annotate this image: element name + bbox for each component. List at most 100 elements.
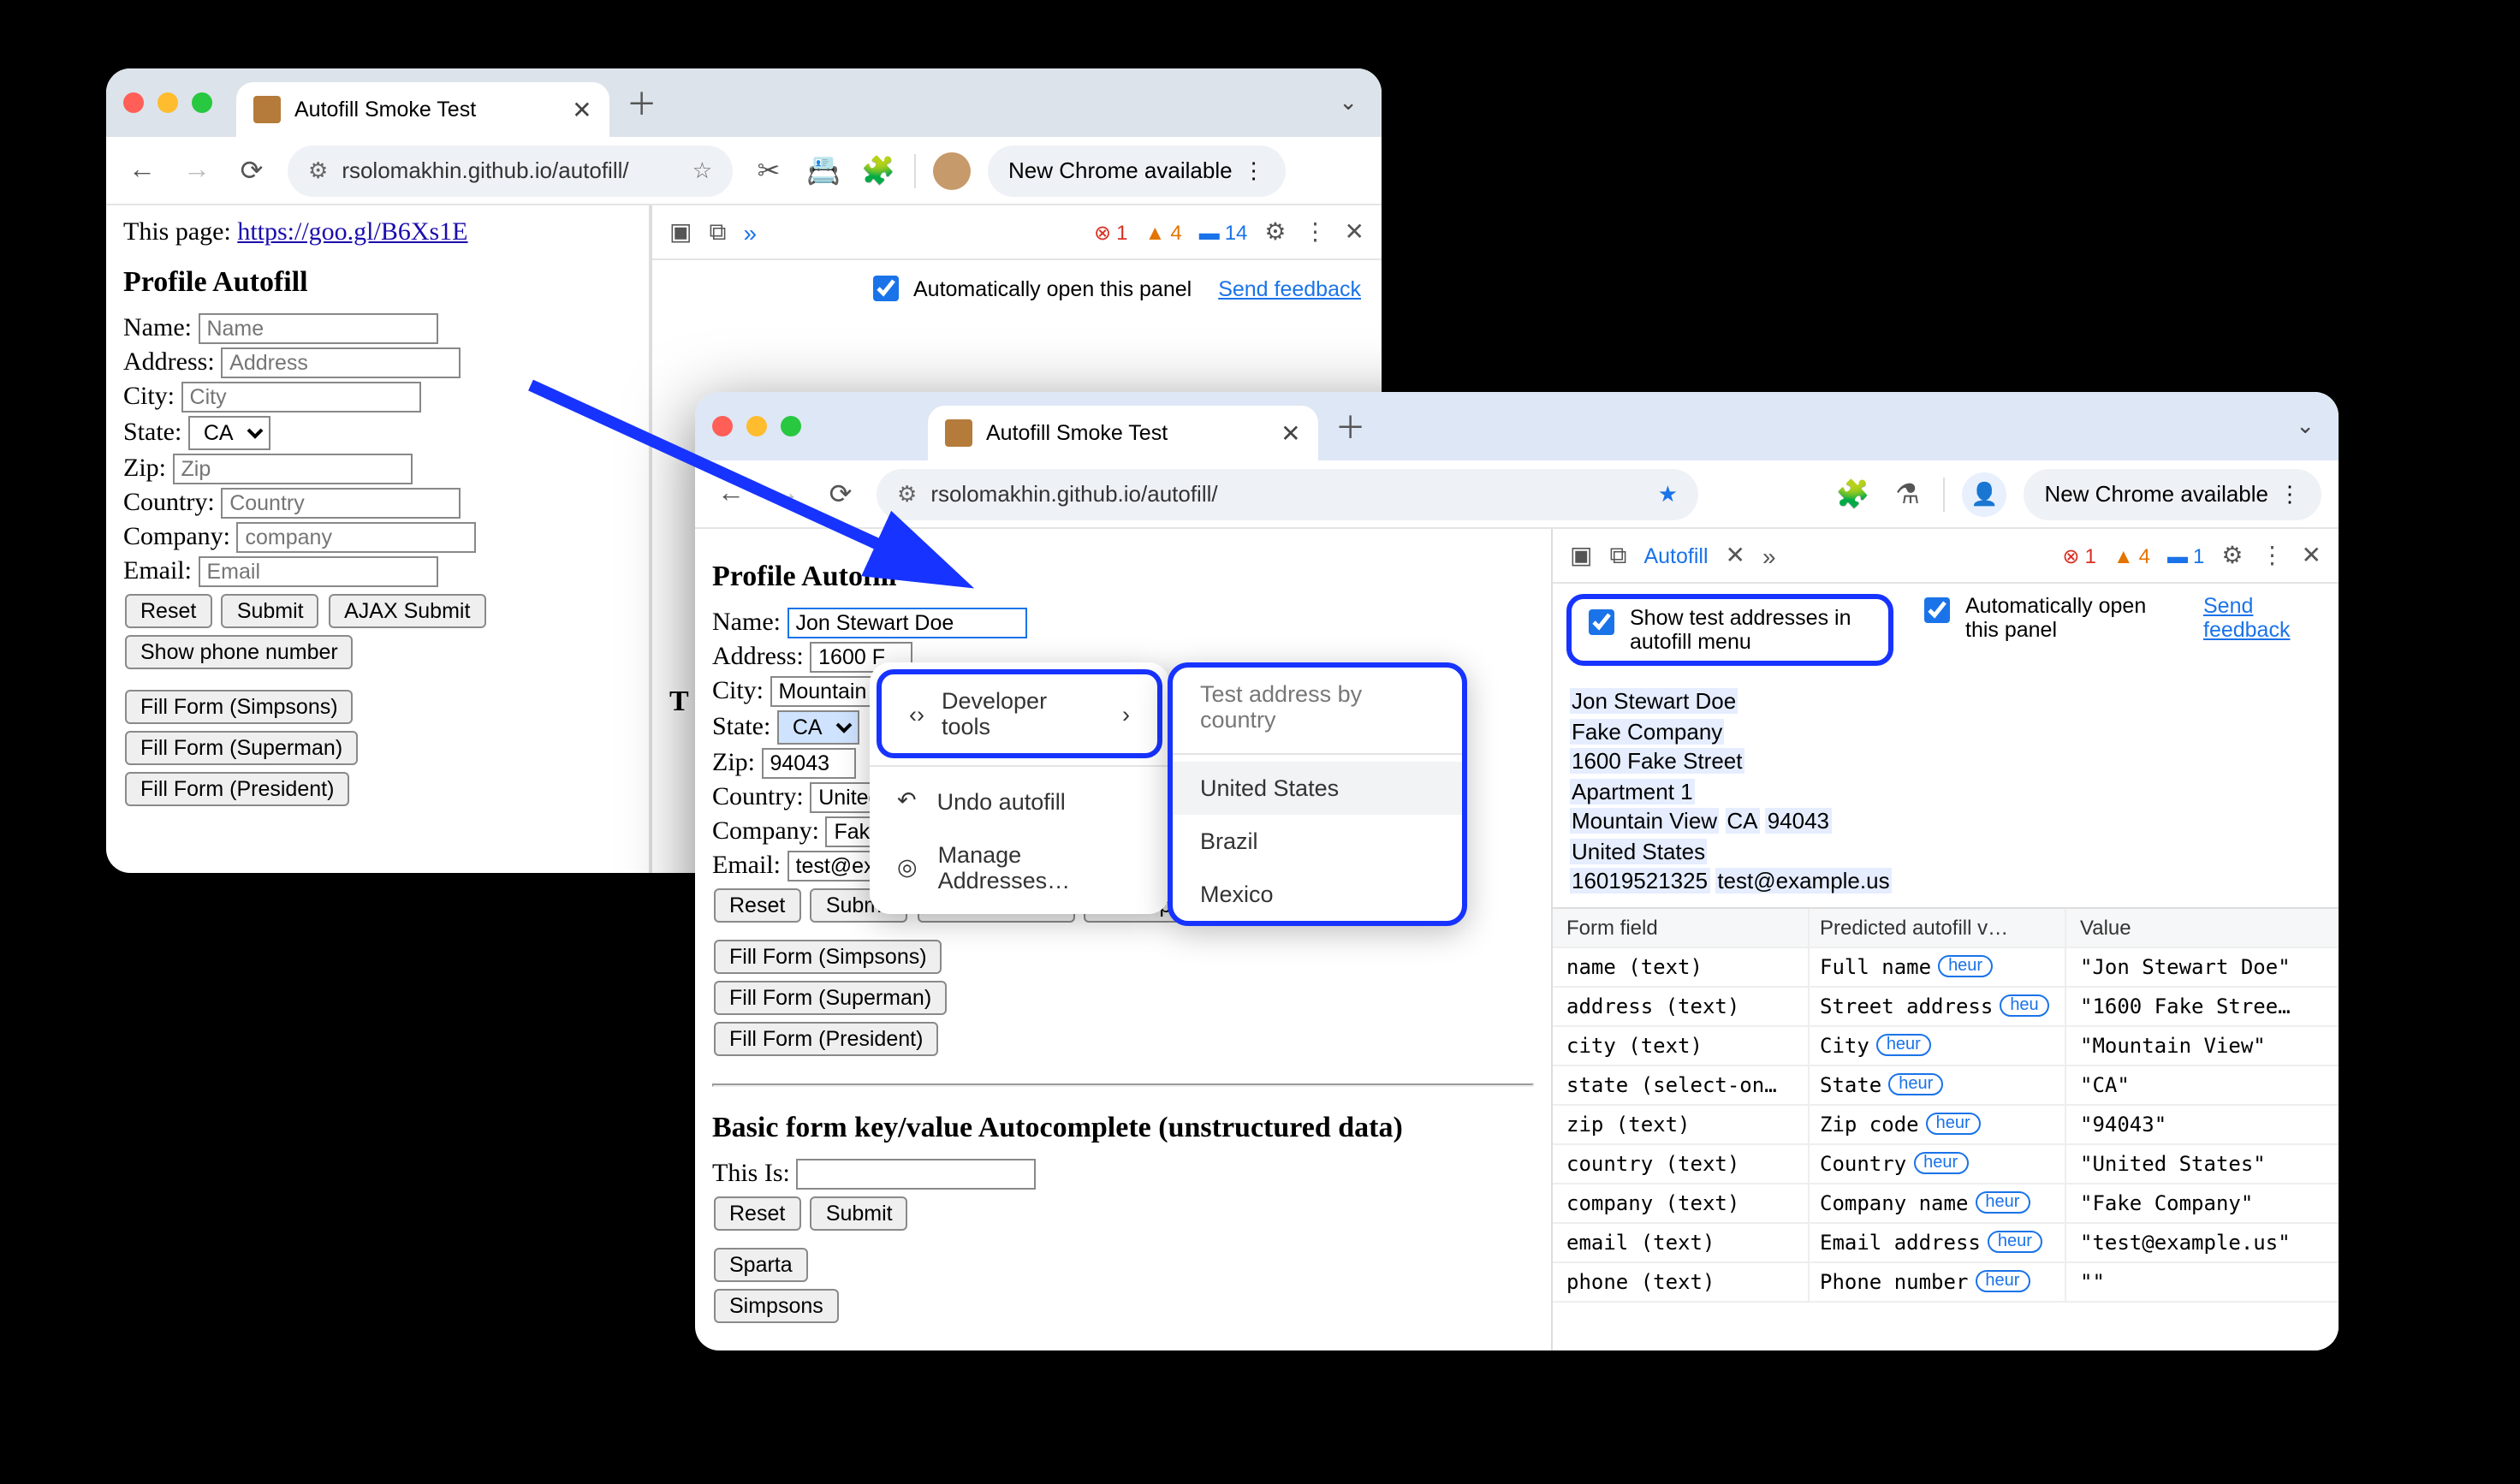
forward-button[interactable]: → xyxy=(178,155,216,186)
inspect-icon[interactable]: ▣ xyxy=(669,217,692,246)
message-count[interactable]: ▬ 14 xyxy=(1199,220,1248,244)
reload-button[interactable]: ⟳ xyxy=(233,153,270,187)
error-count[interactable]: ⊗ 1 xyxy=(2062,543,2096,567)
show-test-addresses-checkbox[interactable] xyxy=(1589,609,1614,635)
fill-simpsons-button[interactable]: Fill Form (Simpsons) xyxy=(714,940,942,974)
new-tab-button[interactable]: ＋ xyxy=(627,80,657,125)
state-select[interactable]: CA xyxy=(188,416,270,450)
table-row[interactable]: country (text)Country heur"United States… xyxy=(1553,1145,2339,1184)
table-row[interactable]: company (text)Company name heur"Fake Com… xyxy=(1553,1184,2339,1224)
table-row[interactable]: email (text)Email address heur"test@exam… xyxy=(1553,1224,2339,1263)
kebab-icon[interactable]: ⋮ xyxy=(1304,217,1328,246)
show-phone-button[interactable]: Show phone number xyxy=(125,635,354,669)
bookmark-star-icon[interactable]: ☆ xyxy=(692,157,712,184)
browser-tab[interactable]: Autofill Smoke Test ✕ xyxy=(928,406,1318,460)
inspect-icon[interactable]: ▣ xyxy=(1570,541,1592,570)
submit-button-2[interactable]: Submit xyxy=(811,1196,908,1231)
more-tabs-icon[interactable]: » xyxy=(1762,542,1776,569)
bookmark-star-icon[interactable]: ★ xyxy=(1658,480,1678,508)
address-input[interactable] xyxy=(221,347,461,378)
labs-flask-icon[interactable]: ⚗ xyxy=(1888,477,1926,511)
minimize-window-button[interactable] xyxy=(158,92,178,113)
auto-open-checkbox[interactable] xyxy=(1924,597,1950,623)
kebab-icon: ⋮ xyxy=(1243,157,1265,184)
submit-button[interactable]: Submit xyxy=(222,594,319,628)
new-chrome-chip[interactable]: New Chrome available ⋮ xyxy=(2024,468,2321,519)
close-tab-icon[interactable]: ✕ xyxy=(1281,418,1300,448)
table-row[interactable]: name (text)Full name heur"Jon Stewart Do… xyxy=(1553,948,2339,988)
city-input[interactable] xyxy=(770,676,882,707)
extension-icon[interactable]: ✂ xyxy=(750,153,788,187)
ajax-submit-button[interactable]: AJAX Submit xyxy=(329,594,485,628)
table-row[interactable]: phone (text)Phone number heur"" xyxy=(1553,1263,2339,1303)
fill-superman-button[interactable]: Fill Form (Superman) xyxy=(714,981,947,1015)
maximize-window-button[interactable] xyxy=(192,92,212,113)
send-feedback-link[interactable]: Send feedback xyxy=(1218,276,1361,300)
name-input[interactable] xyxy=(198,313,437,344)
kebab-icon[interactable]: ⋮ xyxy=(2261,541,2285,570)
menu-item-united-states[interactable]: United States xyxy=(1173,762,1462,815)
extensions-puzzle-icon[interactable]: 🧩 xyxy=(859,153,897,187)
tabs-menu-chevron-icon[interactable]: ⌄ xyxy=(1339,89,1358,116)
table-row[interactable]: zip (text)Zip code heur"94043" xyxy=(1553,1106,2339,1145)
close-tab-icon[interactable]: ✕ xyxy=(572,95,591,124)
device-toggle-icon[interactable]: ⧉ xyxy=(1609,541,1626,570)
table-row[interactable]: state (select-on…State heur"CA" xyxy=(1553,1066,2339,1106)
extensions-puzzle-icon[interactable]: 🧩 xyxy=(1834,477,1871,511)
name-input[interactable] xyxy=(787,608,1026,638)
new-tab-button[interactable]: ＋ xyxy=(1335,404,1366,448)
settings-gear-icon[interactable]: ⚙ xyxy=(2221,541,2243,570)
zip-input[interactable] xyxy=(173,454,413,484)
close-tab-icon[interactable]: ✕ xyxy=(1726,541,1745,570)
profile-avatar[interactable] xyxy=(933,151,971,189)
address-bar[interactable]: ⚙ rsolomakhin.github.io/autofill/ ★ xyxy=(877,468,1698,519)
new-chrome-chip[interactable]: New Chrome available ⋮ xyxy=(988,145,1286,196)
sparta-button[interactable]: Sparta xyxy=(714,1248,808,1282)
close-devtools-icon[interactable]: ✕ xyxy=(1345,217,1364,246)
fill-superman-button[interactable]: Fill Form (Superman) xyxy=(125,731,358,765)
simpsons-button[interactable]: Simpsons xyxy=(714,1289,839,1323)
close-devtools-icon[interactable]: ✕ xyxy=(2302,541,2321,570)
profile-avatar[interactable]: 👤 xyxy=(1962,472,2006,516)
fill-president-button[interactable]: Fill Form (President) xyxy=(125,772,349,806)
address-bar[interactable]: ⚙ rsolomakhin.github.io/autofill/ ☆ xyxy=(288,145,733,196)
autofill-tab[interactable]: Autofill xyxy=(1643,543,1708,567)
reset-button-2[interactable]: Reset xyxy=(714,1196,800,1231)
tabs-menu-chevron-icon[interactable]: ⌄ xyxy=(2296,413,2315,440)
menu-item-undo-autofill[interactable]: ↶ Undo autofill xyxy=(870,774,1169,828)
error-count[interactable]: ⊗ 1 xyxy=(1094,220,1128,244)
more-tabs-icon[interactable]: » xyxy=(743,218,757,246)
this-page-link[interactable]: https://goo.gl/B6Xs1E xyxy=(237,219,467,246)
site-settings-icon[interactable]: ⚙ xyxy=(308,157,328,184)
device-toggle-icon[interactable]: ⧉ xyxy=(709,217,726,246)
menu-item-brazil[interactable]: Brazil xyxy=(1173,815,1462,868)
fill-simpsons-button[interactable]: Fill Form (Simpsons) xyxy=(125,690,354,724)
table-row[interactable]: address (text)Street address heu"1600 Fa… xyxy=(1553,988,2339,1027)
table-row[interactable]: city (text)City heur"Mountain View" xyxy=(1553,1027,2339,1066)
country-input[interactable] xyxy=(221,488,461,519)
city-input[interactable] xyxy=(181,382,421,413)
zip-input[interactable] xyxy=(762,748,856,779)
settings-gear-icon[interactable]: ⚙ xyxy=(1264,217,1286,246)
extension-icon[interactable]: 📇 xyxy=(805,153,842,187)
company-input[interactable] xyxy=(237,522,477,553)
menu-item-developer-tools[interactable]: ‹›Developer tools › xyxy=(877,669,1162,758)
fill-president-button[interactable]: Fill Form (President) xyxy=(714,1022,938,1056)
back-button[interactable]: ← xyxy=(123,155,161,186)
email-input[interactable] xyxy=(199,556,438,587)
message-count[interactable]: ▬ 1 xyxy=(2167,543,2204,567)
state-select[interactable]: CA xyxy=(777,710,859,745)
menu-item-mexico[interactable]: Mexico xyxy=(1173,868,1462,921)
cell-predicted: Company name heur xyxy=(1810,1184,2066,1222)
reset-button[interactable]: Reset xyxy=(714,888,800,923)
close-window-button[interactable] xyxy=(123,92,144,113)
menu-item-manage-addresses[interactable]: ◎ Manage Addresses… xyxy=(870,828,1169,907)
warning-count[interactable]: ▲ 4 xyxy=(1145,220,1182,244)
browser-tab[interactable]: Autofill Smoke Test ✕ xyxy=(236,82,609,137)
auto-open-checkbox[interactable] xyxy=(872,276,898,301)
reset-button[interactable]: Reset xyxy=(125,594,211,628)
warning-count[interactable]: ▲ 4 xyxy=(2113,543,2150,567)
devtools-panel: ▣ ⧉ Autofill ✕ » ⊗ 1 ▲ 4 ▬ 1 ⚙ ⋮ ✕ xyxy=(1551,529,2339,1350)
send-feedback-link[interactable]: Send feedback xyxy=(2203,594,2325,642)
thisis-input[interactable] xyxy=(796,1159,1036,1190)
